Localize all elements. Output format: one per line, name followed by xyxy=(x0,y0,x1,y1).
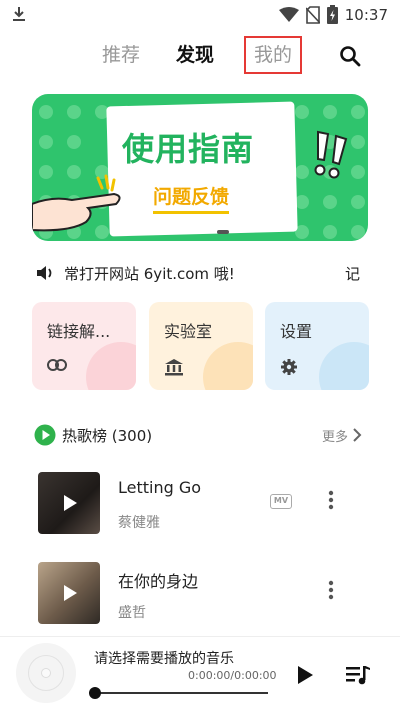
play-icon xyxy=(64,495,77,511)
guide-banner[interactable]: 使用指南 问题反馈 xyxy=(32,94,368,241)
player-prompt: 请选择需要播放的音乐 xyxy=(94,651,234,667)
tab-recommend[interactable]: 推荐 xyxy=(102,36,140,74)
notice-tail: 记 xyxy=(344,265,360,283)
card-settings[interactable]: 设置 xyxy=(265,302,369,390)
notice-bar[interactable]: 常打开网站 6yit.com 哦! 记 xyxy=(36,262,366,286)
link-icon xyxy=(47,359,67,371)
more-options-icon[interactable] xyxy=(328,490,334,510)
chevron-right-icon[interactable] xyxy=(352,428,362,442)
banner-subtitle: 问题反馈 xyxy=(153,182,230,214)
download-icon xyxy=(13,7,25,21)
card-link-parse[interactable]: 链接解... xyxy=(32,302,136,390)
notice-text: 常打开网站 6yit.com 哦! xyxy=(64,265,235,283)
song-title: 在你的身边 xyxy=(118,572,199,591)
play-icon xyxy=(64,585,77,601)
card-decoration xyxy=(319,342,369,390)
progress-knob[interactable] xyxy=(89,687,101,699)
card-label: 设置 xyxy=(280,322,313,341)
playlist-icon[interactable] xyxy=(346,665,370,685)
battery-charging-icon xyxy=(326,5,338,24)
album-disc[interactable] xyxy=(16,643,76,703)
play-circle-icon[interactable] xyxy=(34,424,56,446)
exclamation-marks-icon xyxy=(314,130,348,179)
play-icon[interactable] xyxy=(296,665,314,685)
no-sim-icon xyxy=(305,5,320,24)
mv-icon[interactable]: MV xyxy=(270,494,292,509)
disc-center xyxy=(41,668,51,678)
tab-discover[interactable]: 发现 xyxy=(176,36,214,74)
hot-chart-header: 热歌榜 (300) 更多 xyxy=(34,424,364,446)
progress-track[interactable] xyxy=(96,692,268,694)
card-lab[interactable]: 实验室 xyxy=(149,302,253,390)
card-label: 链接解... xyxy=(47,322,111,341)
song-row[interactable]: 在你的身边 盛哲 xyxy=(38,562,368,626)
more-options-icon[interactable] xyxy=(328,580,334,600)
song-row[interactable]: Letting Go 蔡健雅 MV xyxy=(38,472,368,536)
bank-icon xyxy=(165,359,183,376)
song-artist: 蔡健雅 xyxy=(118,515,160,531)
pointing-hand-icon xyxy=(32,174,121,232)
wifi-icon xyxy=(278,6,299,22)
more-link[interactable]: 更多 xyxy=(322,426,348,445)
banner-title: 使用指南 xyxy=(122,130,255,168)
gear-icon xyxy=(281,359,297,375)
search-icon[interactable] xyxy=(338,44,362,68)
card-decoration xyxy=(86,342,136,390)
mini-player: 请选择需要播放的音乐 0:00:00/0:00:00 xyxy=(0,636,400,710)
player-time: 0:00:00/0:00:00 xyxy=(188,669,277,682)
banner-indicator xyxy=(217,230,229,234)
status-time: 10:37 xyxy=(344,5,388,24)
album-cover[interactable] xyxy=(38,472,100,534)
song-title: Letting Go xyxy=(118,478,202,497)
card-label: 实验室 xyxy=(164,322,213,341)
album-cover[interactable] xyxy=(38,562,100,624)
card-decoration xyxy=(203,342,253,390)
hot-chart-title: 热歌榜 (300) xyxy=(62,427,153,445)
top-nav: 推荐 发现 我的 xyxy=(0,36,400,74)
tab-mine[interactable]: 我的 xyxy=(244,36,302,74)
status-bar: 10:37 xyxy=(0,0,400,30)
speaker-icon xyxy=(37,266,52,280)
song-artist: 盛哲 xyxy=(118,605,146,621)
